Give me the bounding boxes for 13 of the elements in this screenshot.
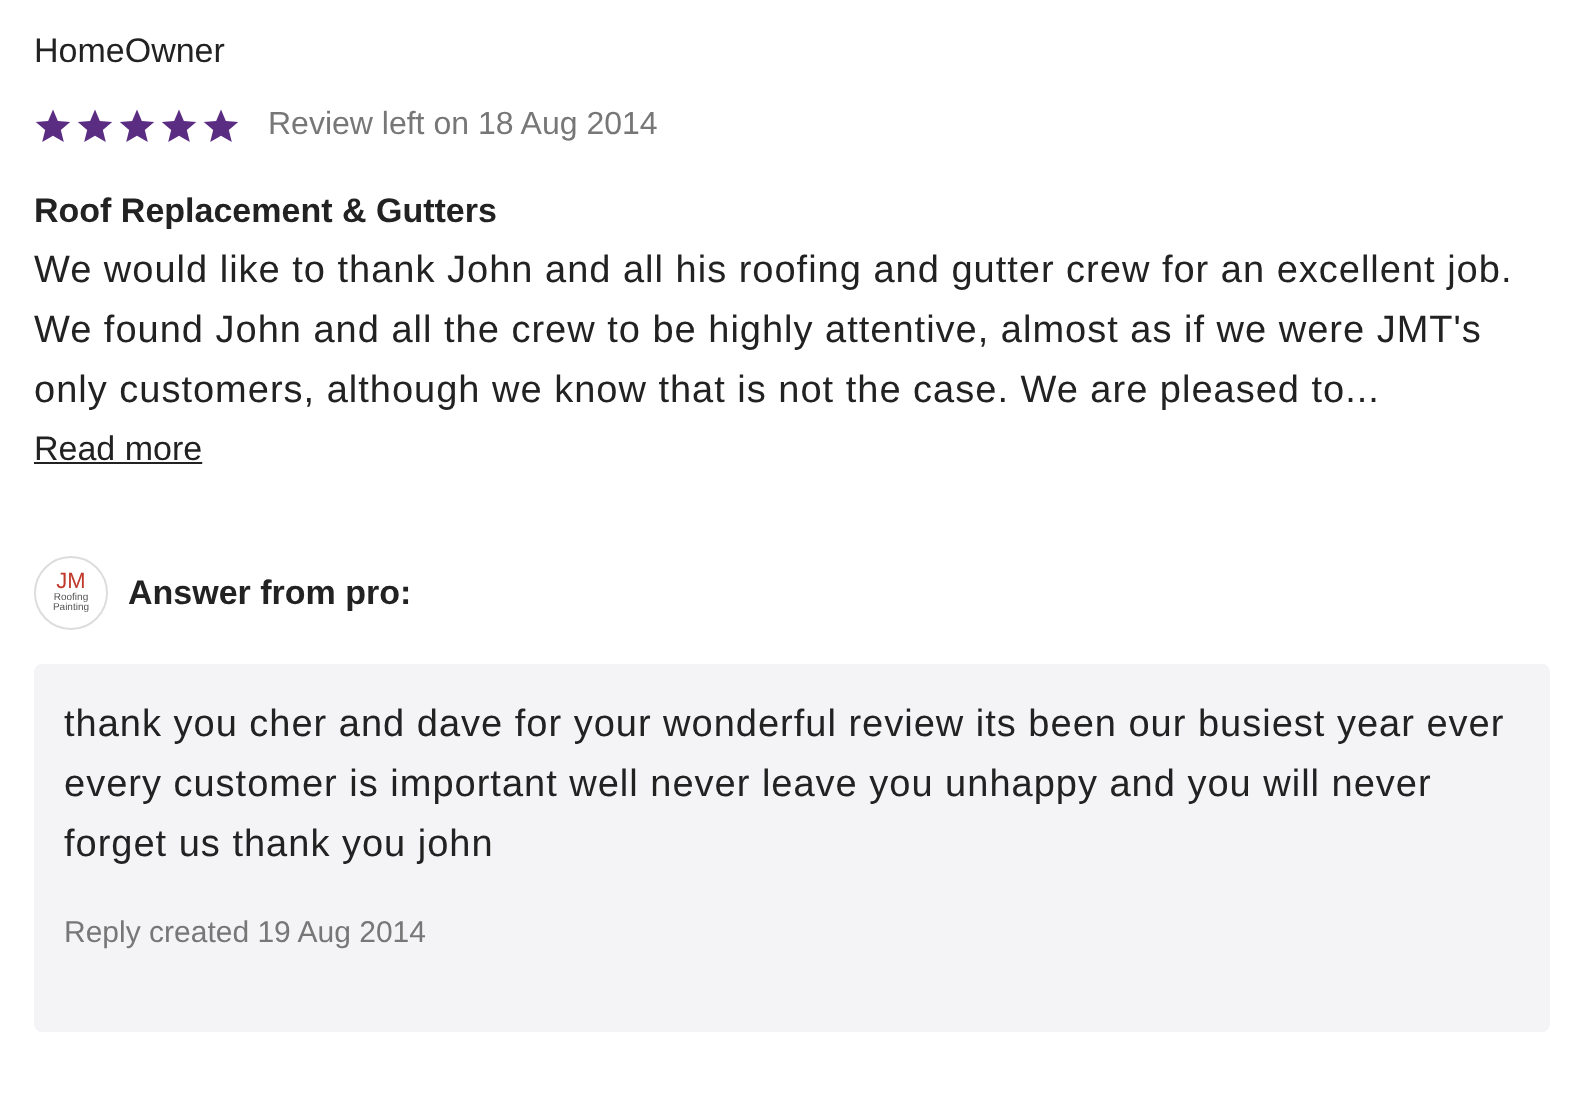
author-name: HomeOwner <box>34 30 227 74</box>
star-icon <box>76 108 114 144</box>
review-title: Roof Replacement & Gutters <box>34 190 499 234</box>
reply-date: Reply created 19 Aug 2014 <box>64 914 428 954</box>
review-text: We would like to thank John and all his roofing and gutter crew for an excellent job. We found John and all the crew to be highly attentive, almost as if we were JMT's only customers, although we know that is not the case. We are pleased to... <box>34 248 1515 416</box>
star-icon <box>160 108 198 144</box>
star-icon <box>34 108 72 144</box>
star-icon <box>118 108 156 144</box>
star-icon <box>202 108 240 144</box>
review-date: Review left on 18 Aug 2014 <box>268 106 658 146</box>
answer-heading: Answer from pro: <box>128 571 412 616</box>
answer-text: thank you cher and dave for your wonderful review its been our busiest year ever every customer is important well never leave you unhappy and you will never forget us thank you john <box>64 702 1507 870</box>
read-more-link[interactable]: Read more <box>34 422 203 478</box>
